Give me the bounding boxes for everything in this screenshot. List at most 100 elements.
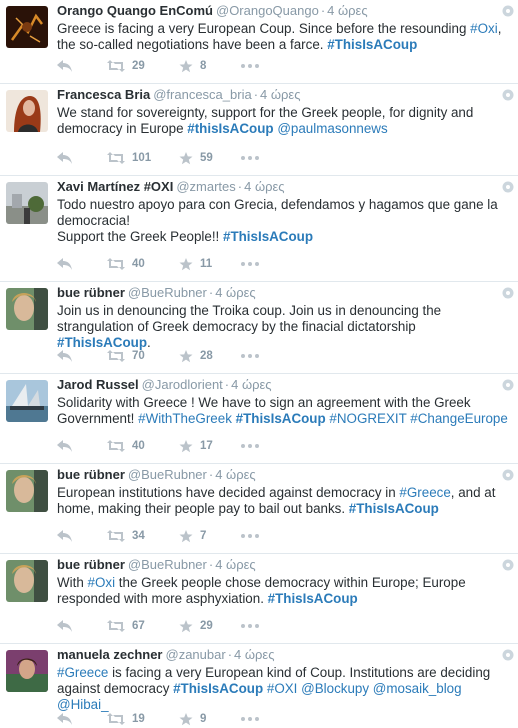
author-handle[interactable]: @OrangoQuango [216, 3, 319, 18]
author-name[interactable]: bue rübner [57, 467, 125, 482]
tweet-feed: Orango Quango EnComú @OrangoQuango · 4 ώρες… [0, 0, 518, 728]
author-name[interactable]: bue rübner [57, 285, 125, 300]
hashtag-link[interactable]: #ThisIsACoup [349, 501, 439, 516]
favorite-button[interactable]: 59 [179, 151, 241, 165]
author-name[interactable]: Xavi Martínez #OXI [57, 179, 173, 194]
more-button[interactable] [241, 444, 271, 448]
more-button[interactable] [241, 156, 271, 160]
more-button[interactable] [241, 64, 271, 68]
hashtag-link[interactable]: #ThisIsACoup [223, 229, 313, 244]
retweet-button[interactable]: 67 [107, 620, 179, 632]
favorite-button[interactable]: 9 [179, 712, 241, 726]
tweet[interactable]: Jarod Russel @Jarodlorient · 4 ώρες Solidar… [0, 374, 518, 464]
avatar[interactable] [6, 182, 48, 224]
author-handle[interactable]: @BueRubner [128, 285, 207, 300]
avatar[interactable] [6, 90, 48, 132]
retweet-button[interactable]: 40 [107, 258, 179, 270]
favorite-button[interactable]: 7 [179, 529, 241, 543]
gear-icon[interactable] [502, 559, 514, 571]
author-handle[interactable]: @zmartes [176, 179, 235, 194]
author-handle[interactable]: @Jarodlorient [142, 377, 223, 392]
author-handle[interactable]: @BueRubner [128, 557, 207, 572]
reply-button[interactable] [57, 713, 107, 725]
hashtag-link[interactable]: #Greece [399, 485, 450, 500]
mention-link[interactable]: @Blockupy [301, 681, 369, 696]
avatar[interactable] [6, 470, 48, 512]
tweet-timestamp[interactable]: 4 ώρες [234, 647, 274, 662]
author-name[interactable]: Jarod Russel [57, 377, 139, 392]
gear-icon[interactable] [502, 469, 514, 481]
tweet[interactable]: bue rübner @BueRubner · 4 ώρες European ins… [0, 464, 518, 554]
favorite-button[interactable]: 11 [179, 257, 241, 271]
tweet[interactable]: bue rübner @BueRubner · 4 ώρες Join us in d… [0, 282, 518, 374]
tweet-timestamp[interactable]: 4 ώρες [260, 87, 300, 102]
reply-button[interactable] [57, 350, 107, 362]
tweet[interactable]: Francesca Bria @francesca_bria · 4 ώρες We … [0, 84, 518, 176]
hashtag-link[interactable]: #ThisIsACoup [327, 37, 417, 52]
favorite-button[interactable]: 17 [179, 439, 241, 453]
retweet-button[interactable]: 40 [107, 440, 179, 452]
author-handle[interactable]: @BueRubner [128, 467, 207, 482]
favorite-button[interactable]: 8 [179, 59, 241, 73]
reply-button[interactable] [57, 60, 107, 72]
gear-icon[interactable] [502, 181, 514, 193]
retweet-button[interactable]: 34 [107, 530, 179, 542]
avatar[interactable] [6, 6, 48, 48]
hashtag-link[interactable]: #ThisIsACoup [268, 591, 358, 606]
more-button[interactable] [241, 534, 271, 538]
avatar[interactable] [6, 650, 48, 692]
retweet-button[interactable]: 29 [107, 60, 179, 72]
tweet[interactable]: Orango Quango EnComú @OrangoQuango · 4 ώρες… [0, 0, 518, 84]
hashtag-link[interactable]: #Oxi [470, 21, 498, 36]
avatar[interactable] [6, 380, 48, 422]
reply-button[interactable] [57, 440, 107, 452]
mention-link[interactable]: @paulmasonnews [277, 121, 387, 136]
hashtag-link[interactable]: #ChangeEurope [410, 411, 508, 426]
tweet-timestamp[interactable]: 4 ώρες [244, 179, 284, 194]
more-button[interactable] [241, 262, 271, 266]
tweet[interactable]: manuela zechner @zanubar · 4 ώρες #Greece i… [0, 644, 518, 728]
reply-button[interactable] [57, 258, 107, 270]
tweet-timestamp[interactable]: 4 ώρες [327, 3, 367, 18]
hashtag-link[interactable]: #Greece [57, 665, 108, 680]
hashtag-link[interactable]: #NOGREXIT [329, 411, 406, 426]
favorite-button[interactable]: 28 [179, 349, 241, 363]
hashtag-link[interactable]: #Oxi [88, 575, 116, 590]
author-name[interactable]: Francesca Bria [57, 87, 150, 102]
tweet-timestamp[interactable]: 4 ώρες [215, 285, 255, 300]
avatar[interactable] [6, 288, 48, 330]
gear-icon[interactable] [502, 287, 514, 299]
retweet-button[interactable]: 70 [107, 350, 179, 362]
tweet-timestamp[interactable]: 4 ώρες [215, 557, 255, 572]
hashtag-link[interactable]: #WithTheGreek [138, 411, 232, 426]
favorite-button[interactable]: 29 [179, 619, 241, 633]
author-name[interactable]: manuela zechner [57, 647, 163, 662]
hashtag-link[interactable]: #OXI [267, 681, 298, 696]
more-button[interactable] [241, 717, 271, 721]
reply-button[interactable] [57, 152, 107, 164]
tweet-timestamp[interactable]: 4 ώρες [231, 377, 271, 392]
reply-button[interactable] [57, 530, 107, 542]
hashtag-link[interactable]: #ThisIsACoup [236, 411, 326, 426]
gear-icon[interactable] [502, 649, 514, 661]
hashtag-link[interactable]: #thisIsACoup [187, 121, 273, 136]
gear-icon[interactable] [502, 5, 514, 17]
mention-link[interactable]: @mosaik_blog [373, 681, 462, 696]
author-name[interactable]: bue rübner [57, 557, 125, 572]
tweet[interactable]: Xavi Martínez #OXI @zmartes · 4 ώρες Todo n… [0, 176, 518, 282]
retweet-button[interactable]: 101 [107, 152, 179, 164]
avatar[interactable] [6, 560, 48, 602]
gear-icon[interactable] [502, 89, 514, 101]
more-button[interactable] [241, 354, 271, 358]
reply-button[interactable] [57, 620, 107, 632]
separator-dot: · [208, 467, 214, 482]
hashtag-link[interactable]: #ThisIsACoup [173, 681, 263, 696]
tweet-timestamp[interactable]: 4 ώρες [215, 467, 255, 482]
author-name[interactable]: Orango Quango EnComú [57, 3, 213, 18]
more-button[interactable] [241, 624, 271, 628]
author-handle[interactable]: @francesca_bria [153, 87, 251, 102]
author-handle[interactable]: @zanubar [166, 647, 226, 662]
tweet[interactable]: bue rübner @BueRubner · 4 ώρες With #Oxi th… [0, 554, 518, 644]
retweet-button[interactable]: 19 [107, 713, 179, 725]
gear-icon[interactable] [502, 379, 514, 391]
